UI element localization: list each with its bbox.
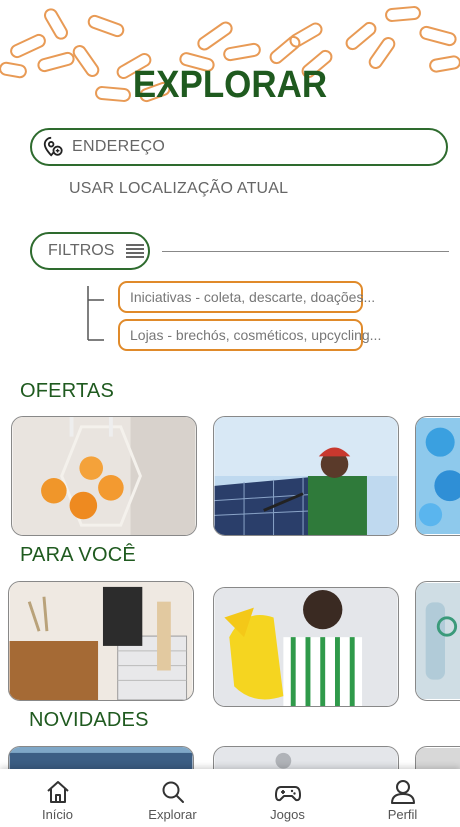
section-title-para-voce: PARA VOCÊ	[20, 544, 136, 566]
filters-button[interactable]: FILTROS	[30, 232, 150, 270]
tree-connector	[87, 286, 104, 341]
location-pin-icon	[43, 136, 63, 157]
for-you-card-bottles[interactable]	[415, 581, 460, 701]
offer-card-bottle-caps[interactable]	[415, 416, 460, 536]
nav-label-explorar: Explorar	[148, 806, 197, 822]
section-title-ofertas: OFERTAS	[20, 380, 115, 402]
use-current-location-link[interactable]: USAR LOCALIZAÇÃO ATUAL	[69, 180, 288, 198]
offer-card-solar[interactable]	[213, 416, 399, 536]
section-title-novidades: NOVIDADES	[29, 709, 149, 731]
for-you-card-waste-bag[interactable]	[213, 587, 399, 707]
nav-label-jogos: Jogos	[270, 806, 305, 822]
nav-item-perfil[interactable]: Perfil	[345, 769, 460, 827]
nav-item-explorar[interactable]: Explorar	[115, 769, 230, 827]
bottom-navigation: Início Explorar Jogos Perfil	[0, 769, 460, 827]
filter-option-initiatives[interactable]: Iniciativas - coleta, descarte, doações.…	[118, 281, 375, 313]
offer-card-oranges[interactable]	[11, 416, 197, 536]
nav-label-inicio: Início	[41, 806, 74, 822]
user-icon	[390, 779, 415, 804]
nav-label-perfil: Perfil	[387, 806, 418, 822]
plastic-bottles-image	[416, 583, 460, 699]
filter-option-stores[interactable]: Lojas - brechós, cosméticos, upcycling..…	[118, 319, 381, 351]
yellow-bag-woman-image	[214, 588, 398, 706]
divider	[162, 251, 449, 252]
recycling-bin-image	[9, 582, 193, 700]
oranges-net-bag-image	[12, 417, 196, 535]
filters-label: FILTROS	[48, 242, 115, 259]
search-icon	[162, 781, 184, 803]
solar-panels-person-image	[214, 417, 398, 535]
gamepad-icon	[274, 785, 301, 801]
address-placeholder: ENDEREÇO	[72, 138, 166, 155]
page-title: EXPLORAR	[132, 64, 328, 106]
home-icon	[46, 780, 69, 803]
for-you-card-sorting[interactable]	[8, 581, 194, 701]
list-menu-icon	[126, 244, 145, 258]
nav-item-jogos[interactable]: Jogos	[230, 769, 345, 827]
nav-item-inicio[interactable]: Início	[0, 769, 115, 827]
address-search-input[interactable]: ENDEREÇO	[30, 128, 448, 166]
bottle-caps-image	[416, 418, 460, 534]
